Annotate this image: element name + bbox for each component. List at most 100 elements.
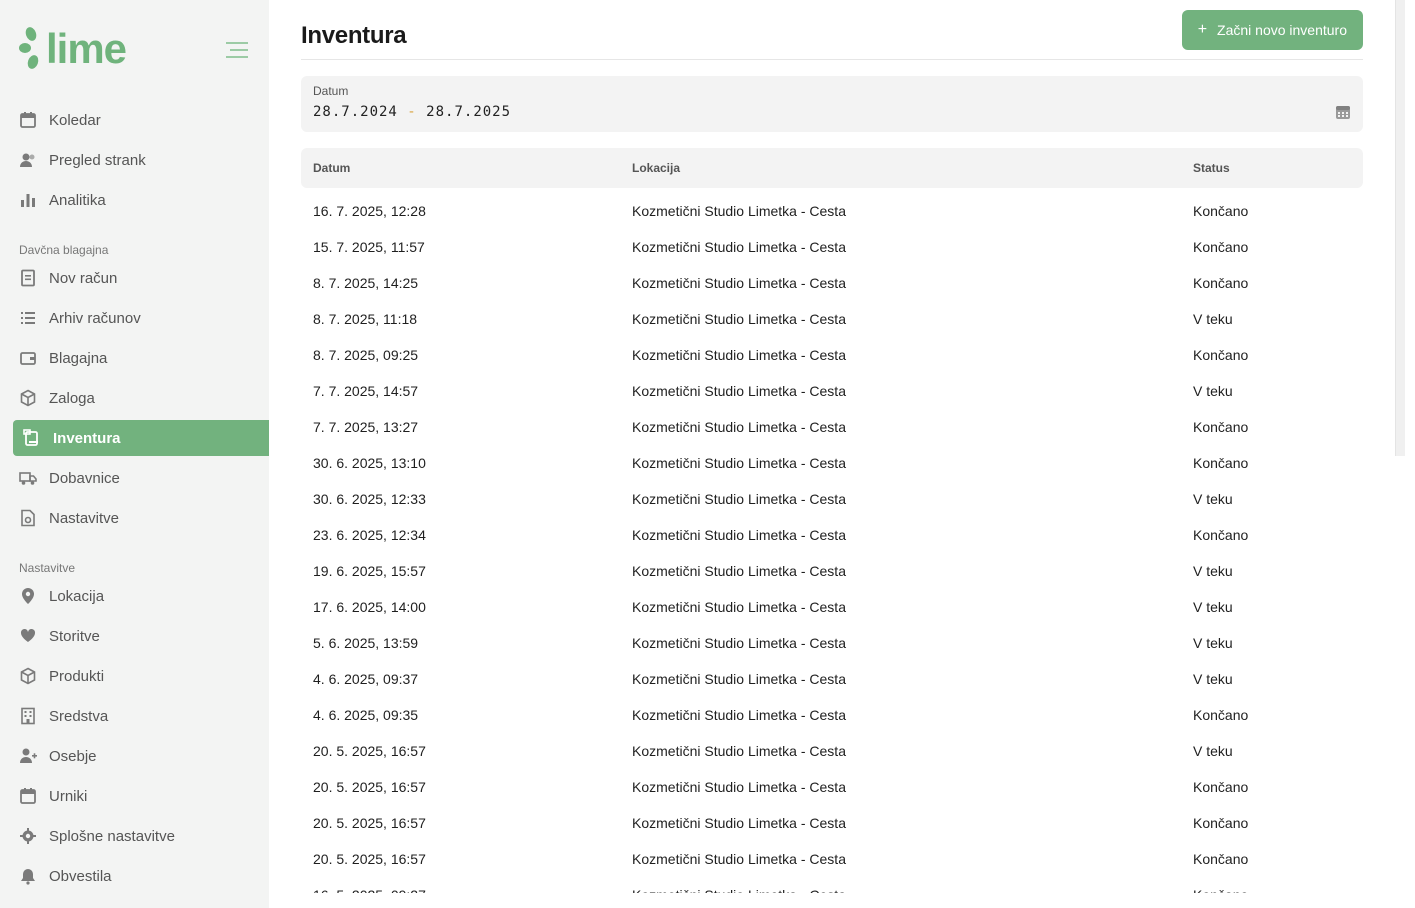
sidebar-item-blagajna[interactable]: Blagajna — [0, 338, 269, 378]
cell-location: Kozmetični Studio Limetka - Cesta — [632, 671, 846, 687]
cell-status: Končano — [1193, 347, 1249, 363]
cell-location: Kozmetični Studio Limetka - Cesta — [632, 707, 846, 723]
table-row[interactable]: 30. 6. 2025, 12:33 Kozmetični Studio Lime… — [301, 481, 1363, 517]
building-icon — [19, 707, 37, 725]
brand-logo[interactable]: lime — [18, 25, 127, 72]
cell-date: 8. 7. 2025, 14:25 — [313, 275, 419, 291]
scrollbar[interactable] — [1395, 0, 1405, 456]
sidebar-item-label: Lokacija — [49, 587, 105, 605]
bar-chart-icon — [19, 191, 37, 209]
cell-status: V teku — [1193, 311, 1233, 327]
sidebar-item-osebje[interactable]: Osebje — [0, 736, 269, 776]
table-row[interactable]: 16. 5. 2025, 09:27 Kozmetični Studio Lime… — [301, 877, 1363, 893]
sidebar-item-label: Splošne nastavitve — [49, 827, 175, 845]
users-icon — [19, 151, 37, 169]
cell-status: Končano — [1193, 851, 1249, 867]
cell-status: Končano — [1193, 887, 1248, 893]
table-header: Datum Lokacija Status — [301, 148, 1363, 188]
sidebar-item-label: Nastavitve — [49, 509, 120, 527]
app: lime Koledar Pregled strank Analitika Davčn… — [0, 0, 1415, 908]
column-header-status[interactable]: Status — [1193, 161, 1230, 175]
sidebar-item-lokacija[interactable]: Lokacija — [0, 576, 269, 616]
sidebar-item-analitika[interactable]: Analitika — [0, 180, 269, 220]
column-header-date[interactable]: Datum — [313, 161, 350, 175]
date-to: 28.7.2025 — [426, 104, 512, 120]
table-row[interactable]: 20. 5. 2025, 16:57 Kozmetični Studio Lime… — [301, 769, 1363, 805]
table-row[interactable]: 20. 5. 2025, 16:57 Kozmetični Studio Lime… — [301, 805, 1363, 841]
cell-status: V teku — [1193, 635, 1233, 651]
date-filter-label: Datum — [313, 84, 349, 98]
cell-location: Kozmetični Studio Limetka - Cesta — [632, 635, 846, 651]
table-row[interactable]: 8. 7. 2025, 09:25 Kozmetični Studio Limet… — [301, 337, 1363, 373]
cell-date: 23. 6. 2025, 12:34 — [313, 527, 426, 543]
table-row[interactable]: 15. 7. 2025, 11:57 Kozmetični Studio Lime… — [301, 229, 1363, 265]
sidebar-item-storitve[interactable]: Storitve — [0, 616, 269, 656]
table-row[interactable]: 30. 6. 2025, 13:10 Kozmetični Studio Lime… — [301, 445, 1363, 481]
table-row[interactable]: 20. 5. 2025, 16:57 Kozmetični Studio Lime… — [301, 733, 1363, 769]
new-inventory-button[interactable]: + Začni novo inventuro — [1181, 10, 1363, 50]
cell-date: 17. 6. 2025, 14:00 — [313, 599, 426, 615]
cell-date: 4. 6. 2025, 09:35 — [313, 707, 419, 723]
box-icon — [19, 667, 37, 685]
table-row[interactable]: 4. 6. 2025, 09:35 Kozmetični Studio Limet… — [301, 697, 1363, 733]
sidebar-item-inventura[interactable]: Inventura — [13, 420, 269, 456]
table-row[interactable]: 20. 5. 2025, 16:57 Kozmetični Studio Lime… — [301, 841, 1363, 877]
sidebar-item-nastavitve[interactable]: Nastavitve — [0, 498, 269, 538]
table-row[interactable]: 7. 7. 2025, 13:27 Kozmetični Studio Limet… — [301, 409, 1363, 445]
cell-location: Kozmetični Studio Limetka - Cesta — [632, 203, 846, 219]
sidebar-item-urniki[interactable]: Urniki — [0, 776, 269, 816]
calendar-icon — [19, 787, 37, 805]
cell-date: 5. 6. 2025, 13:59 — [313, 635, 419, 651]
sidebar-item-pregled-strank[interactable]: Pregled strank — [0, 140, 269, 180]
sidebar-item-arhiv-racunov[interactable]: Arhiv računov — [0, 298, 269, 338]
sidebar-item-dobavnice[interactable]: Dobavnice — [0, 458, 269, 498]
lime-logo-icon — [19, 27, 39, 69]
table-row[interactable]: 7. 7. 2025, 14:57 Kozmetični Studio Limet… — [301, 373, 1363, 409]
divider — [301, 59, 1363, 60]
cell-status: Končano — [1193, 203, 1249, 219]
table-row[interactable]: 19. 6. 2025, 15:57 Kozmetični Studio Lime… — [301, 553, 1363, 589]
column-header-location[interactable]: Lokacija — [632, 161, 680, 175]
sidebar-item-sredstva[interactable]: Sredstva — [0, 696, 269, 736]
sidebar-item-obvestila[interactable]: Obvestila — [0, 856, 269, 896]
brand-name: lime — [46, 25, 127, 72]
cell-status: V teku — [1193, 383, 1233, 399]
cell-location: Kozmetični Studio Limetka - Cesta — [632, 815, 846, 831]
sidebar-item-produkti[interactable]: Produkti — [0, 656, 269, 696]
cell-date: 8. 7. 2025, 09:25 — [313, 347, 419, 363]
table-row[interactable]: 16. 7. 2025, 12:28 Kozmetični Studio Lime… — [301, 193, 1363, 229]
table-row[interactable]: 8. 7. 2025, 14:25 Kozmetični Studio Limet… — [301, 265, 1363, 301]
user-plus-icon — [19, 747, 37, 765]
sidebar-item-koledar[interactable]: Koledar — [0, 100, 269, 140]
sidebar-item-label: Arhiv računov — [49, 309, 141, 327]
sidebar-item-label: Blagajna — [49, 349, 108, 367]
cell-date: 30. 6. 2025, 12:33 — [313, 491, 426, 507]
cell-location: Kozmetični Studio Limetka - Cesta — [632, 743, 846, 759]
sidebar-item-zaloga[interactable]: Zaloga — [0, 378, 269, 418]
cell-status: Končano — [1193, 275, 1249, 291]
cell-status: Končano — [1193, 815, 1249, 831]
table-row[interactable]: 8. 7. 2025, 11:18 Kozmetični Studio Limet… — [301, 301, 1363, 337]
menu-toggle-icon[interactable] — [226, 40, 248, 60]
calendar-icon[interactable] — [1335, 104, 1351, 120]
date-range-filter[interactable]: Datum 28.7.2024 - 28.7.2025 — [301, 76, 1363, 132]
plus-icon: + — [1197, 21, 1208, 38]
table-row[interactable]: 23. 6. 2025, 12:34 Kozmetični Studio Lime… — [301, 517, 1363, 553]
cell-location: Kozmetični Studio Limetka - Cesta — [632, 311, 846, 327]
cell-date: 20. 5. 2025, 16:57 — [313, 779, 426, 795]
table-row[interactable]: 17. 6. 2025, 14:00 Kozmetični Studio Lime… — [301, 589, 1363, 625]
table-body: 16. 7. 2025, 12:28 Kozmetični Studio Lime… — [301, 193, 1363, 893]
sidebar-item-nov-racun[interactable]: Nov račun — [0, 258, 269, 298]
sidebar-item-splosne-nastavitve[interactable]: Splošne nastavitve — [0, 816, 269, 856]
sidebar-section-heading: Davčna blagajna — [19, 243, 109, 257]
table-row[interactable]: 4. 6. 2025, 09:37 Kozmetični Studio Limet… — [301, 661, 1363, 697]
cell-date: 19. 6. 2025, 15:57 — [313, 563, 426, 579]
boxes-icon — [19, 389, 37, 407]
cell-status: V teku — [1193, 491, 1233, 507]
cell-status: Končano — [1193, 419, 1249, 435]
cell-date: 20. 5. 2025, 16:57 — [313, 815, 426, 831]
table-row[interactable]: 5. 6. 2025, 13:59 Kozmetični Studio Limet… — [301, 625, 1363, 661]
cell-location: Kozmetični Studio Limetka - Cesta — [632, 851, 846, 867]
cell-status: V teku — [1193, 563, 1233, 579]
sidebar-item-label: Obvestila — [49, 867, 112, 885]
